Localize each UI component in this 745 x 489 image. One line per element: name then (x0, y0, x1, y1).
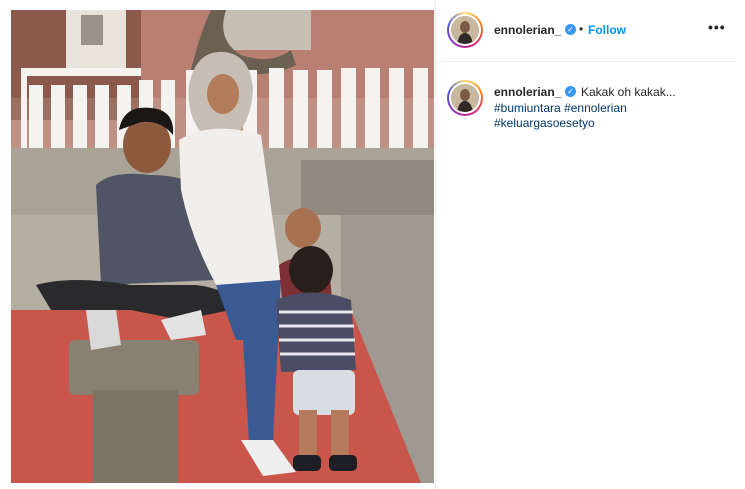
header-separator: • (579, 22, 584, 36)
post-header: ennolerian_ ✓ • Follow ••• (436, 0, 736, 62)
avatar-image (451, 16, 479, 44)
header-username-link[interactable]: ennolerian_ (494, 23, 561, 37)
hashtag-link[interactable]: #ennolerian (564, 101, 627, 115)
hashtag-link[interactable]: #keluargasoesetyo (494, 116, 595, 130)
caption-text: Kakak oh kakak... (581, 85, 676, 99)
caption-username-link[interactable]: ennolerian_ (494, 85, 561, 99)
verified-badge-icon: ✓ (565, 86, 576, 97)
header-avatar[interactable] (447, 12, 483, 48)
caption-hashtags: #bumiuntara #ennolerian #keluargasoesety… (494, 101, 714, 131)
post-photo[interactable] (11, 10, 434, 483)
caption-avatar[interactable] (447, 80, 483, 116)
post-sidebar: ennolerian_ ✓ • Follow ••• ennolerian_ ✓… (435, 0, 736, 489)
instagram-post: ennolerian_ ✓ • Follow ••• ennolerian_ ✓… (0, 0, 745, 489)
follow-button[interactable]: Follow (588, 23, 626, 37)
hashtag-link[interactable]: #bumiuntara (494, 101, 561, 115)
more-options-icon[interactable]: ••• (708, 19, 726, 35)
post-photo-image (11, 10, 434, 483)
avatar-image (451, 84, 479, 112)
verified-badge-icon: ✓ (565, 24, 576, 35)
